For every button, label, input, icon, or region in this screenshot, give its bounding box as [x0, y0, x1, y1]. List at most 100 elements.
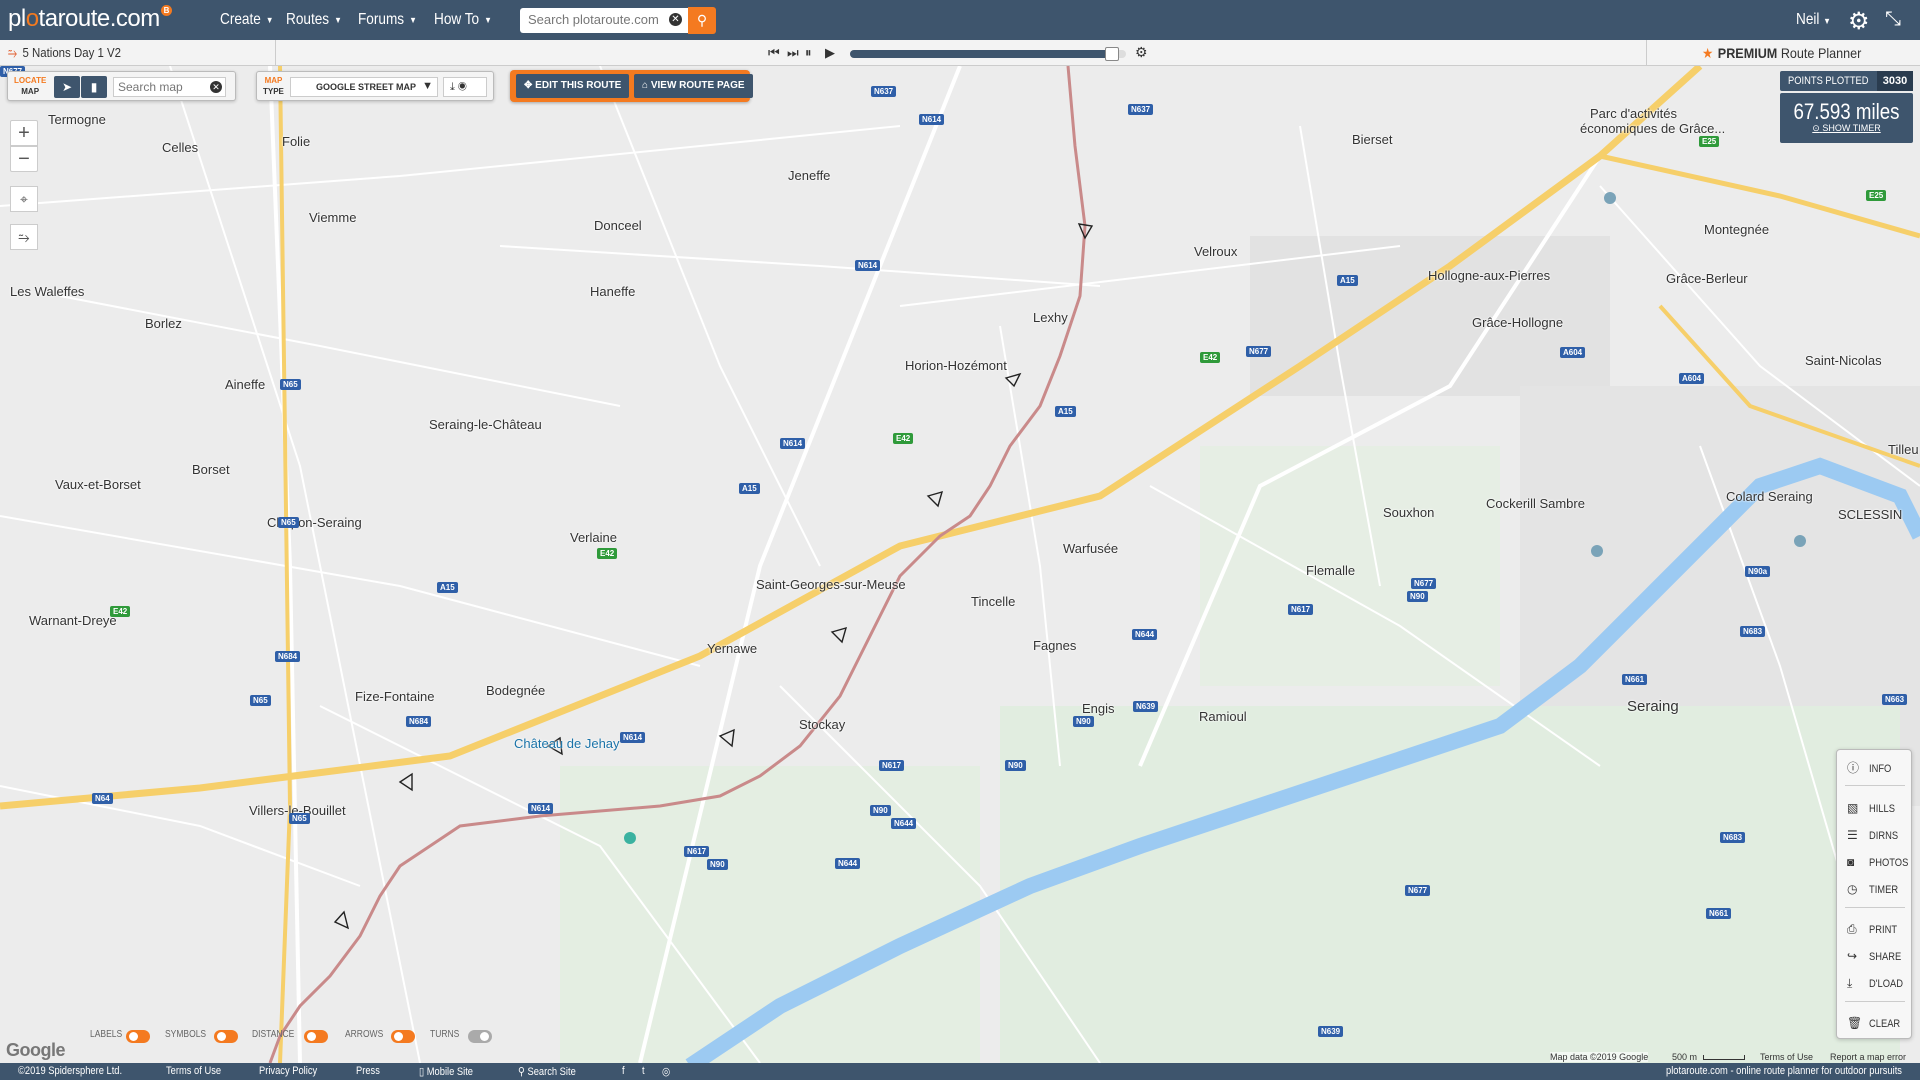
toggle-switch[interactable]: [214, 1030, 238, 1043]
site-logo[interactable]: plotaroute.com B: [8, 5, 172, 33]
map-download-toggle[interactable]: ⤓ ◉: [443, 77, 487, 97]
side-info[interactable]: ⓘ INFO: [1837, 757, 1913, 779]
playback-slider[interactable]: [850, 47, 1126, 61]
toggle-switch[interactable]: [391, 1030, 415, 1043]
clear-icon[interactable]: ✕: [210, 81, 222, 93]
zoom-in-button[interactable]: +: [10, 120, 38, 146]
nav-routes[interactable]: Routes ▼: [286, 11, 342, 29]
road-shield: N683: [1740, 626, 1766, 637]
road-shield: N639: [1318, 1026, 1344, 1037]
route-tool-button[interactable]: ⥲: [10, 224, 38, 250]
road-shield: A15: [1055, 406, 1076, 417]
toggle-switch[interactable]: [468, 1030, 492, 1043]
road-shield: N637: [1128, 104, 1154, 115]
search-button[interactable]: ⚲: [688, 7, 716, 34]
toggle-distance[interactable]: DISTANCE: [252, 1029, 328, 1043]
place-label: Grâce-Berleur: [1666, 271, 1748, 286]
place-label: Verlaine: [570, 530, 617, 545]
place-label: Hollogne-aux-Pierres: [1428, 268, 1551, 283]
place-label: Les Waleffes: [10, 284, 85, 299]
nav-create[interactable]: Create ▼: [220, 11, 274, 29]
report-map-error-link[interactable]: Report a map error: [1830, 1052, 1906, 1062]
distance-value: 67.593 miles: [1793, 99, 1900, 124]
print-icon: ⎙: [1847, 922, 1857, 936]
place-label: Viemme: [309, 210, 357, 225]
search-icon: ⚲: [518, 1066, 525, 1078]
footer-press-link[interactable]: Press: [356, 1065, 380, 1077]
search-map-input[interactable]: Search map ✕: [113, 77, 226, 97]
edit-route-button[interactable]: ✥ EDIT THIS ROUTE: [516, 74, 630, 98]
instagram-icon[interactable]: ◎: [662, 1065, 670, 1078]
side-timer[interactable]: ◷ TIMER: [1837, 878, 1913, 900]
map-type-select[interactable]: GOOGLE STREET MAP ▼: [290, 77, 438, 97]
toggle-switch[interactable]: [126, 1030, 150, 1043]
clear-icon[interactable]: ✕: [669, 13, 682, 26]
side-clear[interactable]: 🗑 CLEAR: [1837, 1012, 1913, 1034]
footer-terms-link[interactable]: Terms of Use: [166, 1065, 221, 1077]
footer-privacy-link[interactable]: Privacy Policy: [259, 1065, 317, 1077]
road-shield: N639: [1133, 701, 1159, 712]
bookmark-button[interactable]: ▮: [81, 76, 107, 98]
toggle-switch[interactable]: [304, 1030, 328, 1043]
play-button[interactable]: ▶: [825, 45, 835, 61]
road-shield: A15: [739, 483, 760, 494]
toggle-turns[interactable]: TURNS: [430, 1029, 492, 1043]
toggle-labels[interactable]: LABELS: [90, 1029, 150, 1043]
nav-how-to[interactable]: How To ▼: [434, 11, 492, 29]
road-shield: E42: [893, 433, 914, 444]
place-label: Flemalle: [1306, 563, 1356, 578]
twitter-icon[interactable]: t: [642, 1065, 645, 1077]
footer-search-link[interactable]: ⚲ Search Site: [518, 1065, 576, 1078]
download-icon: ⤓: [450, 81, 455, 93]
logo-text-a: pl: [8, 5, 26, 32]
nav-forums[interactable]: Forums ▼: [358, 11, 417, 29]
chevron-down-icon: ▼: [409, 14, 417, 25]
view-route-page-button[interactable]: ⌂ VIEW ROUTE PAGE: [634, 74, 753, 98]
road-shield: N617: [684, 846, 710, 857]
place-label: Seraing: [1627, 698, 1679, 715]
side-hills[interactable]: ▧ HILLS: [1837, 797, 1913, 819]
gear-icon[interactable]: ⚙: [1135, 44, 1148, 61]
place-label: Vaux-et-Borset: [55, 477, 141, 492]
toggle-arrows[interactable]: ARROWS: [345, 1029, 415, 1043]
my-location-button[interactable]: ➤: [54, 76, 80, 98]
side-photos[interactable]: ◙ PHOTOS: [1837, 851, 1913, 873]
place-label: Cockerill Sambre: [1486, 496, 1585, 511]
side-download[interactable]: ⤓ D'LOAD: [1837, 972, 1913, 994]
road-shield: N90: [1073, 716, 1094, 727]
trash-icon: 🗑: [1847, 1016, 1863, 1030]
map-terms-link[interactable]: Terms of Use: [1760, 1052, 1813, 1062]
step-forward-button[interactable]: ⏭: [787, 45, 799, 61]
skip-start-button[interactable]: ⏮: [768, 45, 780, 61]
gear-icon[interactable]: ⚙: [1848, 7, 1870, 36]
facebook-icon[interactable]: f: [622, 1065, 625, 1077]
side-panel: ⓘ INFO ▧ HILLS ☰ DIRNS ◙ PHOTOS ◷ TIMER ⎙ PRIN…: [1836, 749, 1912, 1039]
map-pin-button[interactable]: ⌖: [10, 186, 38, 212]
chevron-down-icon: ▼: [265, 14, 274, 25]
chevron-down-icon: ▼: [1823, 16, 1831, 26]
pause-button[interactable]: ⏸: [805, 45, 812, 61]
map-type-label: MAP TYPE: [263, 76, 284, 96]
logo-badge: B: [160, 5, 172, 16]
place-label: Velroux: [1194, 244, 1238, 259]
collapse-icon[interactable]: ⤡: [1885, 8, 1901, 31]
map-background: [0, 66, 1920, 1063]
user-menu[interactable]: Neil ▼: [1796, 11, 1831, 29]
map-canvas[interactable]: Termogne Celles Folie Jeneffe Bierset Pa…: [0, 66, 1920, 1063]
road-shield: N90: [1407, 591, 1428, 602]
side-share[interactable]: ↪ SHARE: [1837, 945, 1913, 967]
premium-link[interactable]: ★ PREMIUM Route Planner: [1702, 45, 1861, 62]
road-shield: N614: [855, 260, 881, 271]
toggle-symbols[interactable]: SYMBOLS: [165, 1029, 238, 1043]
home-icon: ⌂: [642, 80, 649, 91]
place-label: Fagnes: [1033, 638, 1077, 653]
place-label: Saint-Nicolas: [1805, 353, 1882, 368]
playback-handle[interactable]: [1105, 47, 1120, 61]
side-directions[interactable]: ☰ DIRNS: [1837, 824, 1913, 846]
site-search-input[interactable]: Search plotaroute.com ✕: [520, 8, 688, 33]
side-print[interactable]: ⎙ PRINT: [1837, 918, 1913, 940]
points-plotted-label: POINTS PLOTTED: [1788, 75, 1869, 87]
zoom-out-button[interactable]: −: [10, 146, 38, 172]
road-shield: N65: [289, 813, 310, 824]
footer-mobile-link[interactable]: ▯ Mobile Site: [419, 1065, 473, 1078]
